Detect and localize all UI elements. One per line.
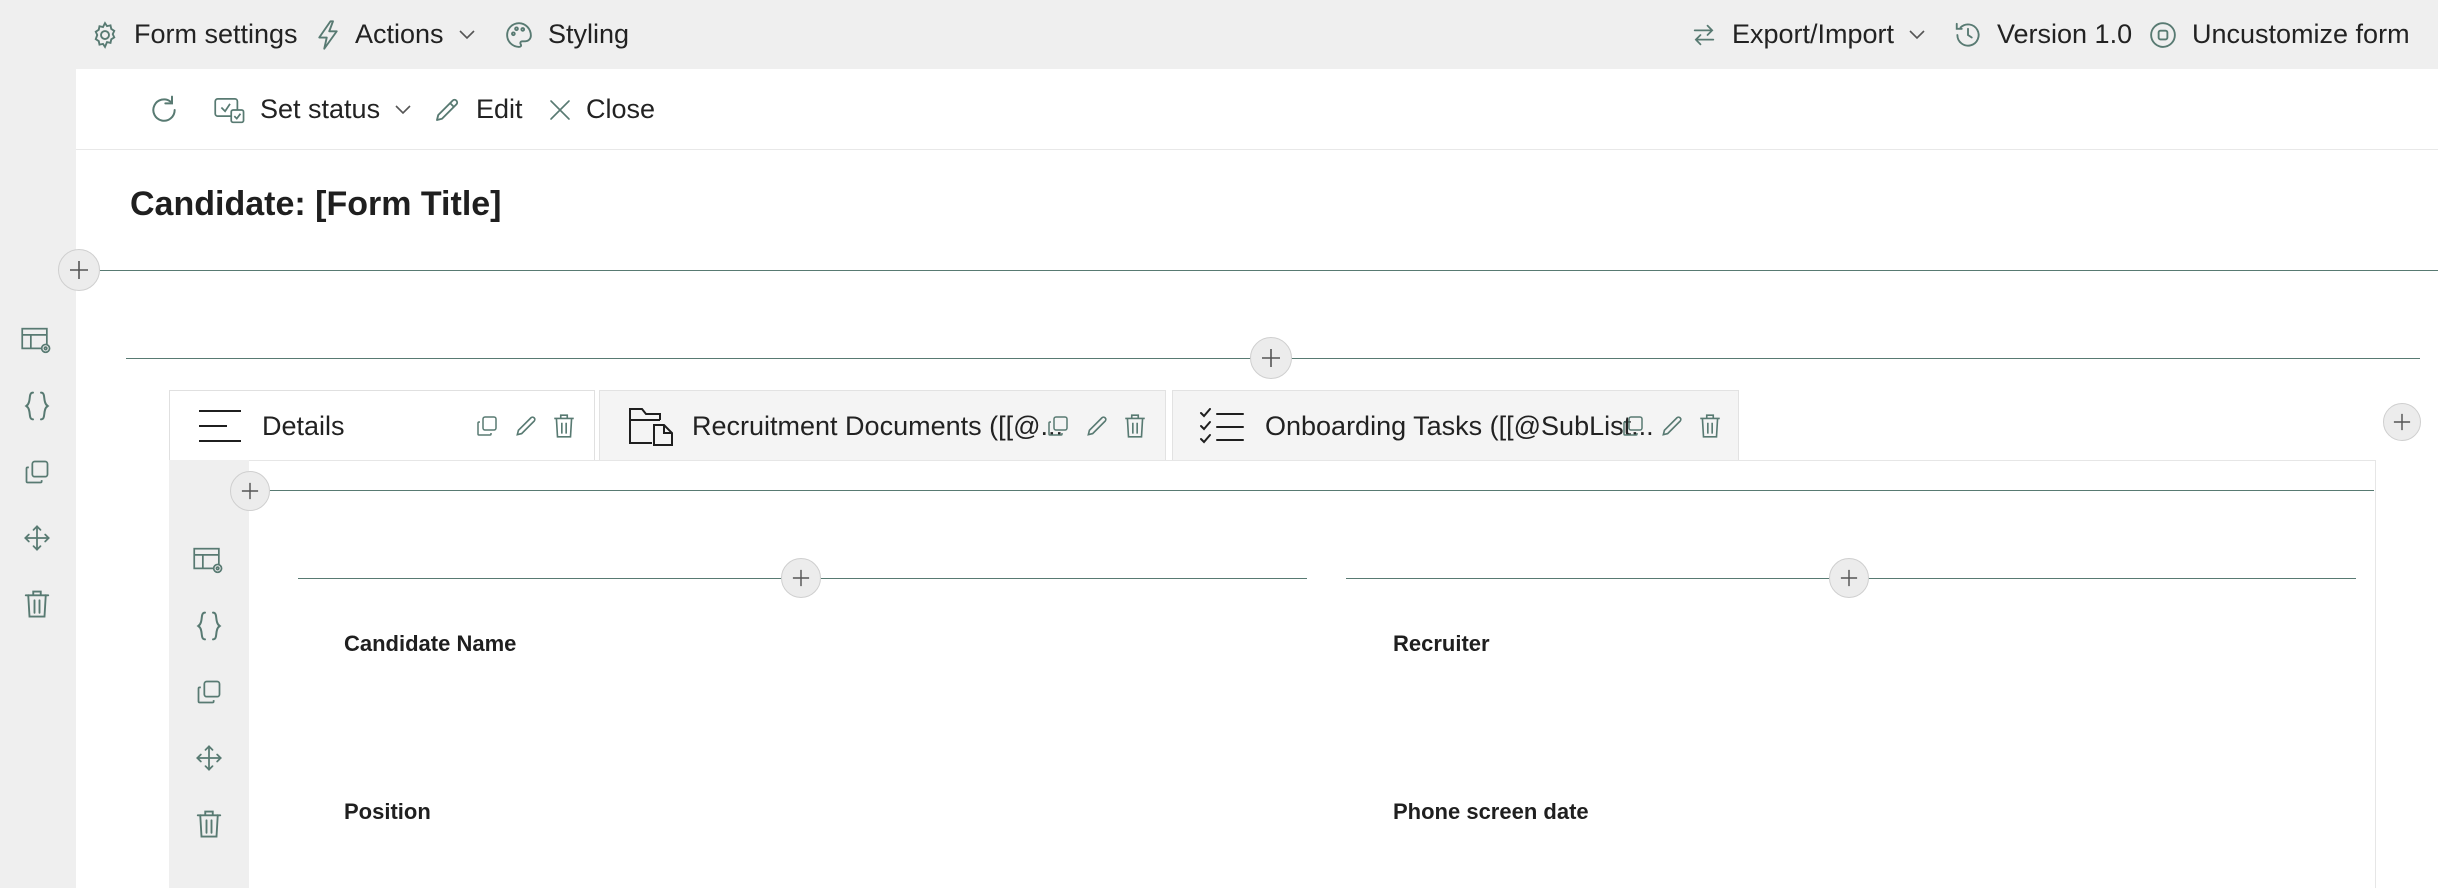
form-title: Candidate: [Form Title] xyxy=(130,185,502,223)
copy-icon[interactable] xyxy=(191,674,227,710)
add-tab-button[interactable] xyxy=(2383,403,2421,441)
gear-icon xyxy=(94,20,116,49)
export-import-label: Export/Import xyxy=(1732,19,1895,49)
close-icon xyxy=(550,99,570,120)
candidate-name-field[interactable]: Candidate Name xyxy=(344,631,516,657)
plus-icon xyxy=(2393,413,2411,431)
folder-document-icon xyxy=(629,408,673,446)
checklist-icon xyxy=(1200,408,1244,444)
refresh-button[interactable] xyxy=(148,69,180,150)
add-tab-row-button[interactable] xyxy=(230,471,270,511)
add-field-left-button[interactable] xyxy=(781,558,821,598)
plus-icon xyxy=(1262,349,1280,367)
edit-button[interactable]: Edit xyxy=(432,69,523,150)
section-layout-settings-icon[interactable] xyxy=(191,543,227,579)
tab-label: Details xyxy=(262,410,345,441)
tab-details[interactable]: Details xyxy=(169,390,595,460)
pencil-icon[interactable] xyxy=(1659,413,1685,439)
close-label: Close xyxy=(586,94,656,124)
position-field[interactable]: Position xyxy=(344,799,431,825)
recruiter-field[interactable]: Recruiter xyxy=(1393,631,1490,657)
styling-button[interactable]: Styling xyxy=(504,0,629,69)
copy-icon[interactable] xyxy=(19,454,55,490)
export-import-dropdown[interactable]: Export/Import xyxy=(1690,0,1926,69)
move-icon[interactable] xyxy=(191,740,227,776)
chevron-down-icon xyxy=(1909,29,1925,39)
tab-panel xyxy=(169,460,2376,888)
edit-label: Edit xyxy=(476,94,523,124)
phone-screen-date-field[interactable]: Phone screen date xyxy=(1393,799,1589,825)
chevron-down-icon xyxy=(395,104,411,114)
pencil-icon[interactable] xyxy=(1084,413,1110,439)
actions-label: Actions xyxy=(355,19,444,49)
chevron-down-icon xyxy=(458,29,475,39)
tab-label: Recruitment Documents ([[@... xyxy=(692,410,1064,441)
section-divider xyxy=(100,270,2438,271)
swap-arrows-icon xyxy=(1693,24,1715,45)
styling-label: Styling xyxy=(548,19,630,49)
curly-braces-icon[interactable] xyxy=(19,388,55,424)
plus-icon xyxy=(70,261,88,279)
status-icon xyxy=(214,97,245,123)
form-settings-label: Form settings xyxy=(134,19,298,49)
plus-icon xyxy=(792,569,810,587)
plus-icon xyxy=(1840,569,1858,587)
form-layout-settings-icon[interactable] xyxy=(19,323,55,359)
add-section-button[interactable] xyxy=(58,249,100,291)
delete-icon[interactable] xyxy=(553,413,575,439)
add-tab-section-button[interactable] xyxy=(1250,337,1292,379)
copy-icon[interactable] xyxy=(1046,414,1070,438)
palette-icon xyxy=(506,21,532,48)
top-toolbar: Form settings Actions Styling Export/Imp… xyxy=(0,0,2438,69)
version-button[interactable]: Version 1.0 xyxy=(1953,0,2132,69)
set-status-label: Set status xyxy=(260,94,381,124)
lightning-icon xyxy=(318,19,338,50)
tab-section-divider xyxy=(270,490,2374,491)
actions-dropdown[interactable]: Actions xyxy=(315,0,476,69)
pencil-icon xyxy=(436,98,459,121)
uncustomize-label: Uncustomize form xyxy=(2192,19,2410,49)
delete-icon[interactable] xyxy=(191,806,227,842)
tab-label: Onboarding Tasks ([[@SubList... xyxy=(1265,410,1654,441)
set-status-dropdown[interactable]: Set status xyxy=(214,69,412,150)
copy-icon[interactable] xyxy=(1621,414,1645,438)
delete-icon[interactable] xyxy=(19,586,55,622)
move-icon[interactable] xyxy=(19,520,55,556)
copy-icon[interactable] xyxy=(475,414,499,438)
stop-circle-icon xyxy=(2150,21,2176,48)
history-icon xyxy=(1955,22,1980,47)
add-field-right-button[interactable] xyxy=(1829,558,1869,598)
delete-icon[interactable] xyxy=(1124,413,1146,439)
refresh-icon xyxy=(152,95,176,122)
tab-recruitment-documents[interactable]: Recruitment Documents ([[@... xyxy=(599,390,1166,460)
uncustomize-form-button[interactable]: Uncustomize form xyxy=(2148,0,2410,69)
plus-icon xyxy=(241,482,259,500)
close-button[interactable]: Close xyxy=(548,69,655,150)
lines-icon xyxy=(199,410,241,442)
form-settings-button[interactable]: Form settings xyxy=(90,0,298,69)
version-label: Version 1.0 xyxy=(1997,19,2133,49)
tab-onboarding-tasks[interactable]: Onboarding Tasks ([[@SubList... xyxy=(1172,390,1739,460)
pencil-icon[interactable] xyxy=(513,413,539,439)
delete-icon[interactable] xyxy=(1699,413,1721,439)
curly-braces-icon[interactable] xyxy=(191,608,227,644)
command-bar: Set status Edit Close xyxy=(76,69,2438,150)
